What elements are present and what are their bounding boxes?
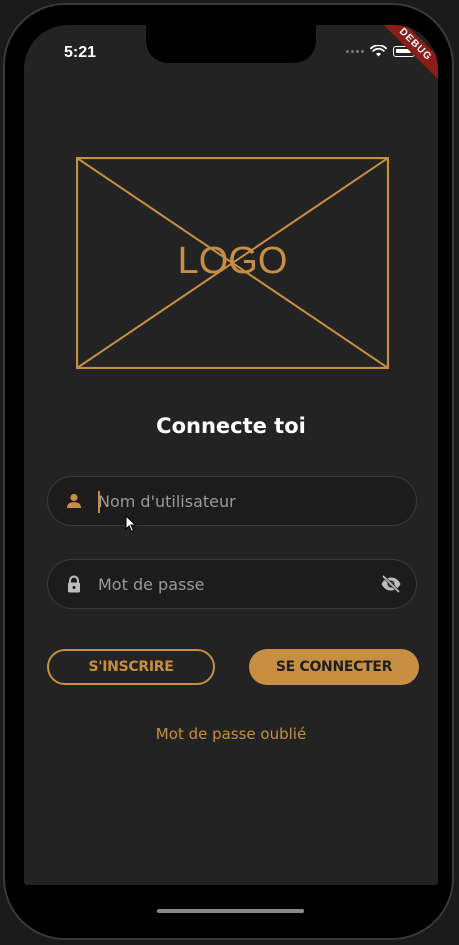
debug-ribbon: DEBUG (370, 25, 438, 90)
person-icon (67, 493, 81, 508)
wifi-icon (370, 45, 387, 57)
text-caret (98, 491, 100, 513)
forgot-password-link[interactable]: Mot de passe oublié (24, 725, 438, 743)
signal-dots-icon (346, 49, 364, 53)
app-screen: 5:21 DEBUG LOGO Connecte toi Nom d'utili… (24, 25, 438, 887)
notch (146, 25, 316, 63)
username-input[interactable] (98, 477, 368, 525)
username-field[interactable] (47, 476, 417, 526)
register-button[interactable]: S'INSCRIRE (47, 649, 215, 685)
home-indicator[interactable] (157, 909, 304, 913)
password-field[interactable] (47, 559, 417, 609)
login-button[interactable]: SE CONNECTER (249, 649, 419, 685)
password-input[interactable] (98, 560, 368, 608)
eye-off-icon[interactable] (380, 574, 402, 594)
phone-frame: 5:21 DEBUG LOGO Connecte toi Nom d'utili… (3, 3, 454, 940)
logo-text: LOGO (177, 240, 288, 282)
page-title: Connecte toi (156, 414, 306, 438)
mouse-pointer-icon (125, 515, 137, 533)
logo-placeholder: LOGO (76, 157, 389, 369)
device: 5:21 DEBUG LOGO Connecte toi Nom d'utili… (0, 0, 459, 945)
status-time: 5:21 (64, 44, 97, 61)
lock-icon (68, 575, 80, 593)
